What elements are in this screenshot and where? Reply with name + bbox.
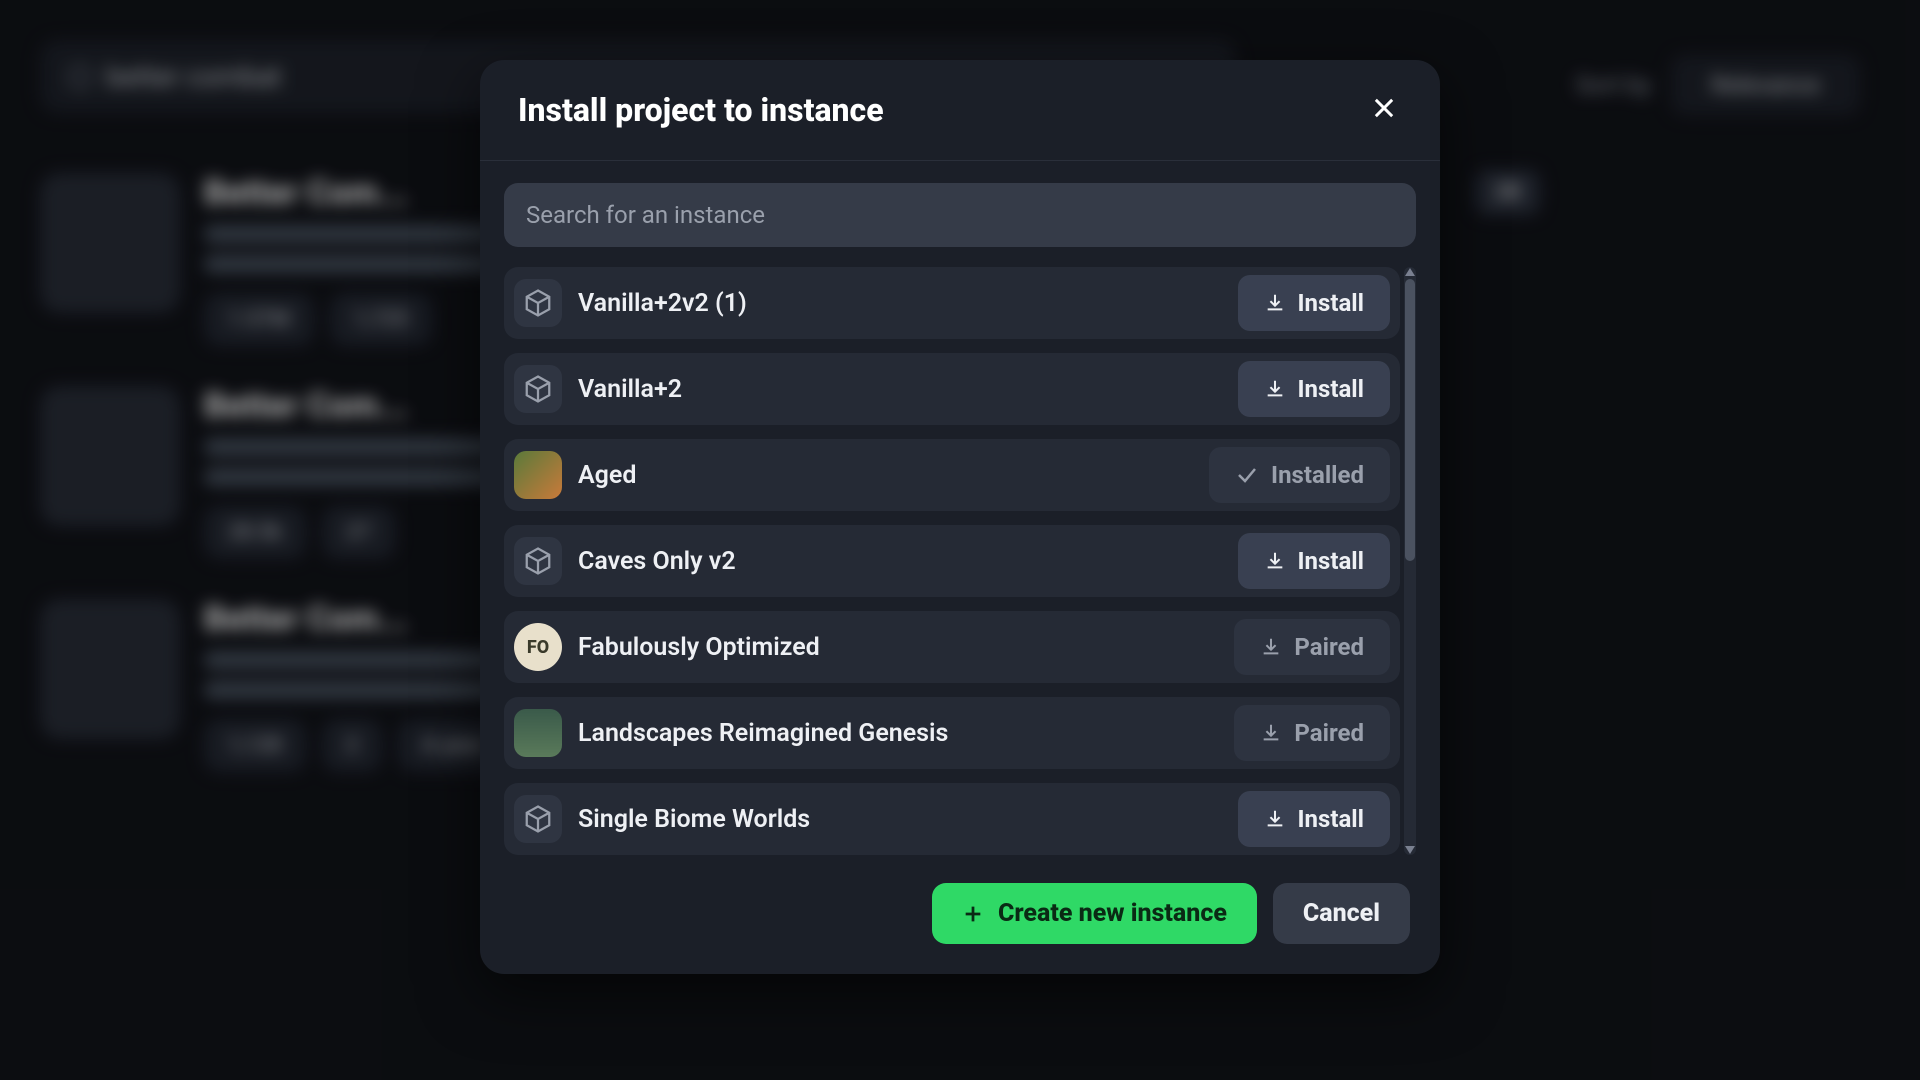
instance-row: FO Fabulously Optimized Paired — [504, 611, 1400, 683]
install-label: Install — [1298, 289, 1364, 317]
instance-row: Single Biome Worlds Install — [504, 783, 1400, 855]
scroll-down-icon[interactable] — [1404, 845, 1416, 855]
instance-search-input[interactable] — [504, 183, 1416, 247]
paired-badge: Paired — [1234, 705, 1390, 761]
instance-row: Aged Installed — [504, 439, 1400, 511]
instance-name: Fabulously Optimized — [578, 633, 820, 662]
create-instance-label: Create new instance — [998, 899, 1227, 928]
instance-name: Caves Only v2 — [578, 547, 736, 576]
instance-icon — [514, 279, 562, 327]
instance-icon — [514, 709, 562, 757]
instance-name: Vanilla+2v2 (1) — [578, 289, 747, 318]
instance-row: Caves Only v2 Install — [504, 525, 1400, 597]
modal-overlay: Install project to instance Vanilla+2v2 … — [0, 0, 1920, 1080]
install-label: Install — [1298, 375, 1364, 403]
instance-row: Landscapes Reimagined Genesis Paired — [504, 697, 1400, 769]
create-instance-button[interactable]: Create new instance — [932, 883, 1257, 944]
install-modal: Install project to instance Vanilla+2v2 … — [480, 60, 1440, 974]
instance-icon — [514, 537, 562, 585]
instance-icon — [514, 365, 562, 413]
cancel-button[interactable]: Cancel — [1273, 883, 1410, 944]
install-button[interactable]: Install — [1238, 275, 1390, 331]
plus-icon — [962, 903, 984, 925]
installed-badge: Installed — [1209, 447, 1390, 503]
install-button[interactable]: Install — [1238, 533, 1390, 589]
instance-name: Aged — [578, 461, 636, 490]
install-button[interactable]: Install — [1238, 361, 1390, 417]
install-label: Install — [1298, 547, 1364, 575]
close-button[interactable] — [1366, 90, 1402, 130]
scrollbar[interactable] — [1404, 267, 1416, 855]
install-button[interactable]: Install — [1238, 791, 1390, 847]
instance-row: Vanilla+2v2 (1) Install — [504, 267, 1400, 339]
modal-header: Install project to instance — [480, 60, 1440, 161]
instance-icon: FO — [514, 623, 562, 671]
instance-icon — [514, 451, 562, 499]
instance-name: Single Biome Worlds — [578, 805, 810, 834]
cancel-label: Cancel — [1303, 899, 1380, 928]
modal-title: Install project to instance — [518, 91, 884, 129]
modal-footer: Create new instance Cancel — [480, 855, 1440, 974]
scroll-thumb[interactable] — [1405, 279, 1415, 561]
paired-badge: Paired — [1234, 619, 1390, 675]
scroll-up-icon[interactable] — [1404, 267, 1416, 277]
instance-list: Vanilla+2v2 (1) Install Vanilla+2 Install Ag… — [504, 267, 1400, 855]
instance-icon — [514, 795, 562, 843]
paired-label: Paired — [1294, 719, 1364, 747]
instance-name: Landscapes Reimagined Genesis — [578, 719, 948, 748]
close-icon — [1370, 94, 1398, 122]
instance-row: Vanilla+2 Install — [504, 353, 1400, 425]
instance-name: Vanilla+2 — [578, 375, 682, 404]
install-label: Install — [1298, 805, 1364, 833]
installed-label: Installed — [1271, 461, 1364, 489]
paired-label: Paired — [1294, 633, 1364, 661]
